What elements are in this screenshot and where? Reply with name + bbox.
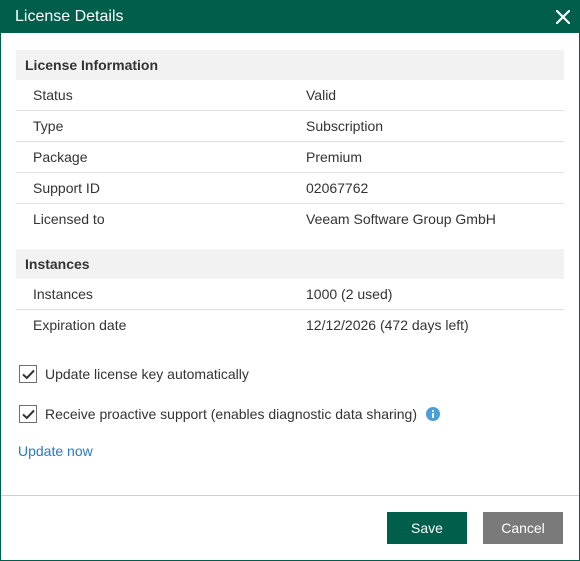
table-row: Licensed to Veeam Software Group GmbH xyxy=(16,204,564,234)
proactive-support-checkbox[interactable] xyxy=(19,405,37,423)
license-information-header: License Information xyxy=(16,50,564,80)
update-now-link[interactable]: Update now xyxy=(16,443,93,459)
checkmark-icon xyxy=(21,409,35,419)
table-row: Package Premium xyxy=(16,142,564,173)
row-label: Expiration date xyxy=(33,317,127,333)
instances-header: Instances xyxy=(16,249,564,279)
options-group: Update license key automatically Receive… xyxy=(16,363,564,425)
table-row: Status Valid xyxy=(16,80,564,111)
auto-update-checkbox[interactable] xyxy=(19,365,37,383)
proactive-support-option[interactable]: Receive proactive support (enables diagn… xyxy=(16,403,564,425)
row-value: 02067762 xyxy=(306,180,369,196)
row-label: Type xyxy=(33,118,64,134)
dialog-titlebar: License Details xyxy=(1,1,579,33)
row-label: Package xyxy=(33,149,88,165)
row-value: Valid xyxy=(306,87,337,103)
table-row: Instances 1000 (2 used) xyxy=(16,279,564,310)
table-row: Support ID 02067762 xyxy=(16,173,564,204)
row-label: Licensed to xyxy=(33,211,105,227)
row-label: Instances xyxy=(33,286,93,302)
row-label: Support ID xyxy=(33,180,100,196)
close-button[interactable] xyxy=(547,1,579,33)
row-label: Status xyxy=(33,87,73,103)
row-value: 1000 (2 used) xyxy=(306,286,393,302)
dialog-title: License Details xyxy=(15,8,124,25)
auto-update-option[interactable]: Update license key automatically xyxy=(16,363,564,385)
proactive-support-label: Receive proactive support (enables diagn… xyxy=(45,406,417,422)
dialog-footer: Save Cancel xyxy=(1,495,579,560)
checkmark-icon xyxy=(21,369,35,379)
row-value: Subscription xyxy=(306,118,384,134)
info-icon[interactable] xyxy=(426,407,440,421)
license-details-dialog: License Details License Information Stat… xyxy=(0,0,580,561)
save-button[interactable]: Save xyxy=(387,512,467,544)
row-value: Premium xyxy=(306,149,363,165)
auto-update-label: Update license key automatically xyxy=(45,366,249,382)
table-row: Type Subscription xyxy=(16,111,564,142)
dialog-content: License Information Status Valid Type Su… xyxy=(1,33,579,461)
row-value: 12/12/2026 (472 days left) xyxy=(306,317,469,333)
row-value: Veeam Software Group GmbH xyxy=(306,211,496,227)
cancel-button[interactable]: Cancel xyxy=(483,512,563,544)
table-row: Expiration date 12/12/2026 (472 days lef… xyxy=(16,310,564,340)
close-icon xyxy=(556,10,570,24)
